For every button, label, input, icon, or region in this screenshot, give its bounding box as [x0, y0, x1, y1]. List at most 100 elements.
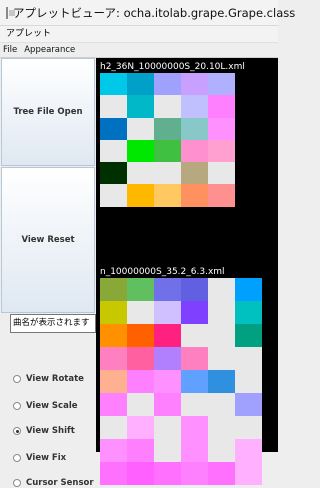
- tree-label-1: h2_36N_10000000S_20.10L.xml: [100, 62, 245, 72]
- treemap-cell[interactable]: [100, 95, 127, 118]
- treemap-cell[interactable]: [127, 370, 154, 393]
- treemap-cell[interactable]: [181, 301, 208, 324]
- radio-cursor-sensor[interactable]: Cursor Sensor: [13, 478, 94, 488]
- treemap-cell[interactable]: [127, 393, 154, 416]
- treemap-cell[interactable]: [208, 278, 235, 301]
- treemap-cell[interactable]: [154, 324, 181, 347]
- treemap-cell[interactable]: [154, 393, 181, 416]
- treemap-cell[interactable]: [154, 73, 181, 96]
- radio-view-rotate[interactable]: View Rotate: [13, 374, 84, 384]
- treemap-cell[interactable]: [100, 416, 127, 439]
- treemap-cell[interactable]: [181, 117, 208, 140]
- treemap-cell[interactable]: [208, 370, 235, 393]
- treemap-cell[interactable]: [181, 324, 208, 347]
- menu-appearance[interactable]: Appearance: [24, 43, 75, 57]
- treemap-cell[interactable]: [208, 184, 235, 207]
- treemap-cell[interactable]: [154, 117, 181, 140]
- treemap-cell[interactable]: [127, 73, 154, 96]
- treemap-cell[interactable]: [235, 393, 262, 416]
- treemap-cell[interactable]: [181, 462, 208, 485]
- treemap-cell[interactable]: [235, 416, 262, 439]
- treemap-cell[interactable]: [181, 370, 208, 393]
- applet-menu[interactable]: アプレット: [0, 26, 278, 43]
- treemap-cell[interactable]: [127, 462, 154, 485]
- treemap-cell[interactable]: [181, 184, 208, 207]
- treemap-cell[interactable]: [154, 347, 181, 370]
- treemap-cell[interactable]: [154, 162, 181, 185]
- treemap-cell[interactable]: [100, 347, 127, 370]
- treemap-cell[interactable]: [127, 139, 154, 163]
- treemap-cell[interactable]: [127, 301, 154, 324]
- tree-file-open-button[interactable]: Tree File Open: [1, 58, 95, 166]
- treemap-1[interactable]: [100, 73, 235, 207]
- treemap-cell[interactable]: [100, 184, 127, 207]
- treemap-cell[interactable]: [208, 347, 235, 370]
- treemap-cell[interactable]: [208, 73, 235, 96]
- treemap-cell[interactable]: [100, 73, 127, 96]
- treemap-cell[interactable]: [154, 416, 181, 439]
- treemap-cell[interactable]: [154, 278, 181, 301]
- treemap-cell[interactable]: [235, 462, 262, 485]
- treemap-cell[interactable]: [127, 416, 154, 439]
- treemap-cell[interactable]: [127, 95, 154, 118]
- treemap-cell[interactable]: [154, 301, 181, 324]
- treemap-cell[interactable]: [127, 184, 154, 207]
- treemap-cell[interactable]: [127, 278, 154, 301]
- treemap-cell[interactable]: [208, 95, 235, 118]
- treemap-cell[interactable]: [208, 416, 235, 439]
- treemap-cell[interactable]: [154, 139, 181, 163]
- treemap-cell[interactable]: [208, 439, 235, 462]
- treemap-cell[interactable]: [181, 439, 208, 462]
- menu-file[interactable]: File: [3, 43, 17, 57]
- treemap-cell[interactable]: [181, 393, 208, 416]
- visualization-canvas[interactable]: h2_36N_10000000S_20.10L.xml n_10000000S_…: [96, 58, 278, 485]
- treemap-cell[interactable]: [208, 393, 235, 416]
- treemap-cell[interactable]: [100, 393, 127, 416]
- song-name-field[interactable]: 曲名が表示されます: [10, 314, 96, 333]
- treemap-cell[interactable]: [100, 117, 127, 140]
- radio-view-fix[interactable]: View Fix: [13, 453, 66, 463]
- treemap-cell[interactable]: [100, 278, 127, 301]
- treemap-cell[interactable]: [154, 439, 181, 462]
- treemap-cell[interactable]: [100, 324, 127, 347]
- treemap-cell[interactable]: [181, 278, 208, 301]
- treemap-cell[interactable]: [181, 416, 208, 439]
- treemap-cell[interactable]: [127, 324, 154, 347]
- treemap-cell[interactable]: [181, 95, 208, 118]
- treemap-cell[interactable]: [181, 347, 208, 370]
- treemap-cell[interactable]: [235, 370, 262, 393]
- treemap-cell[interactable]: [100, 301, 127, 324]
- treemap-cell[interactable]: [100, 370, 127, 393]
- treemap-cell[interactable]: [181, 162, 208, 185]
- view-reset-button[interactable]: View Reset: [1, 167, 95, 313]
- treemap-cell[interactable]: [127, 439, 154, 462]
- treemap-cell[interactable]: [208, 139, 235, 163]
- treemap-cell[interactable]: [100, 439, 127, 462]
- treemap-cell[interactable]: [235, 439, 262, 462]
- treemap-cell[interactable]: [127, 162, 154, 185]
- treemap-cell[interactable]: [100, 462, 127, 485]
- treemap-cell[interactable]: [208, 301, 235, 324]
- treemap-cell[interactable]: [154, 95, 181, 118]
- treemap-cell[interactable]: [235, 324, 262, 347]
- radio-view-scale[interactable]: View Scale: [13, 401, 78, 411]
- treemap-cell[interactable]: [100, 139, 127, 163]
- treemap-cell[interactable]: [235, 301, 262, 324]
- treemap-cell[interactable]: [127, 347, 154, 370]
- radio-view-shift[interactable]: View Shift: [13, 426, 75, 436]
- treemap-cell[interactable]: [154, 184, 181, 207]
- treemap-2[interactable]: [100, 278, 262, 485]
- treemap-cell[interactable]: [181, 139, 208, 163]
- treemap-cell[interactable]: [208, 162, 235, 185]
- control-panel: Tree File Open View Reset 曲名が表示されます View…: [0, 58, 96, 488]
- treemap-cell[interactable]: [208, 462, 235, 485]
- treemap-cell[interactable]: [154, 462, 181, 485]
- treemap-cell[interactable]: [181, 73, 208, 96]
- treemap-cell[interactable]: [208, 324, 235, 347]
- treemap-cell[interactable]: [235, 347, 262, 370]
- treemap-cell[interactable]: [208, 117, 235, 140]
- treemap-cell[interactable]: [127, 117, 154, 140]
- treemap-cell[interactable]: [100, 162, 127, 185]
- treemap-cell[interactable]: [154, 370, 181, 393]
- treemap-cell[interactable]: [235, 278, 262, 301]
